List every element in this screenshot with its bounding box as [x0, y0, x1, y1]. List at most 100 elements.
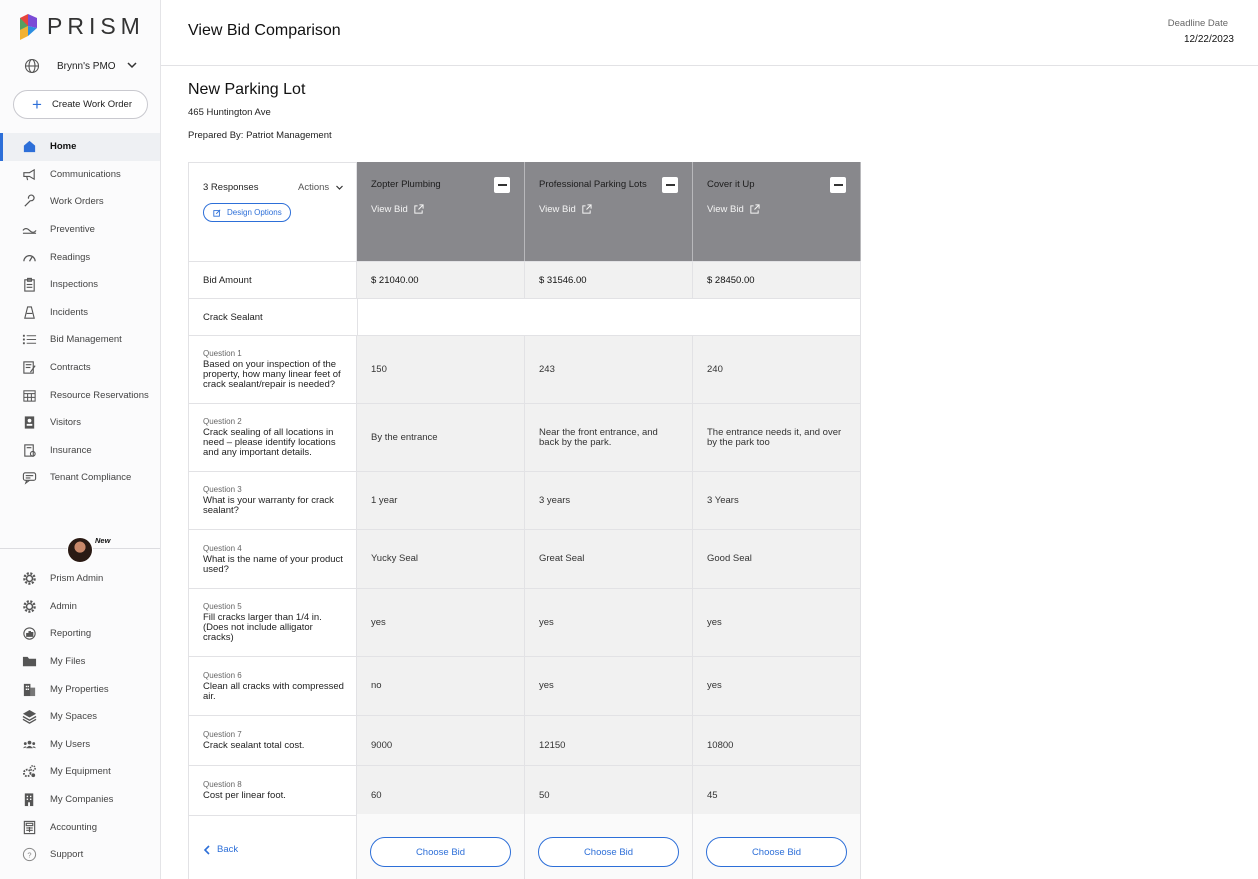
external-link-icon — [750, 204, 760, 214]
deadline-value: 12/22/2023 — [1183, 34, 1234, 45]
view-bid-link[interactable]: View Bid — [539, 204, 592, 215]
avatar[interactable] — [67, 537, 93, 563]
create-work-order-button[interactable]: + Create Work Order — [13, 90, 148, 119]
sidebar-item-label: My Files — [50, 656, 86, 668]
sidebar-item-visitors[interactable]: Visitors — [0, 409, 160, 437]
help-icon: ? — [21, 847, 37, 863]
answer-cell: The entrance needs it, and over by the p… — [707, 426, 842, 448]
question-number: Question 5 — [203, 602, 242, 612]
bid-amount-cell: $ 21040.00 — [357, 262, 525, 298]
question-text: What is your warranty for crack sealant? — [203, 495, 334, 516]
calculator-icon — [21, 819, 37, 835]
sidebar-item-accounting[interactable]: Accounting — [0, 813, 160, 841]
answer-cell: yes — [371, 616, 386, 628]
sidebar-item-label: Incidents — [50, 306, 89, 318]
question-row: Question 4 What is the name of your produ… — [188, 530, 861, 589]
question-text: Crack sealing of all locations in need –… — [203, 427, 336, 458]
logo-text: PRISM — [47, 13, 145, 39]
company-icon — [21, 792, 37, 808]
view-bid-label: View Bid — [539, 204, 576, 215]
view-bid-label: View Bid — [371, 204, 408, 215]
question-row: Question 5 Fill cracks larger than 1/4 in… — [188, 589, 861, 657]
folder-icon — [21, 654, 37, 670]
answer-cell: 60 — [371, 789, 382, 801]
sidebar-item-communications[interactable]: Communications — [0, 161, 160, 189]
answer-cell: 243 — [539, 363, 555, 375]
sidebar-item-my-properties[interactable]: My Properties — [0, 675, 160, 703]
question-row: Question 8 Cost per linear foot. 60 50 45 — [188, 766, 861, 816]
sidebar-item-my-users[interactable]: My Users — [0, 731, 160, 759]
back-link[interactable]: Back — [203, 844, 238, 855]
question-number: Question 7 — [203, 730, 242, 740]
choose-bid-button[interactable]: Choose Bid — [370, 837, 511, 867]
sidebar-item-label: Insurance — [50, 444, 92, 456]
badge-icon — [21, 415, 37, 431]
table-footer: Back Choose Bid Choose Bid Choose Bid — [188, 814, 861, 879]
sidebar-item-work-orders[interactable]: Work Orders — [0, 188, 160, 216]
question-number: Question 8 — [203, 780, 242, 790]
sidebar-item-bid-management[interactable]: Bid Management — [0, 326, 160, 354]
answer-cell: 240 — [707, 363, 723, 375]
answer-cell: 12150 — [539, 739, 566, 751]
sidebar-item-label: Resource Reservations — [50, 389, 149, 401]
actions-dropdown[interactable]: Actions — [298, 182, 344, 193]
equipment-icon — [21, 764, 37, 780]
design-options-button[interactable]: Design Options — [203, 203, 291, 222]
question-number: Question 6 — [203, 670, 242, 680]
sidebar-item-label: Bid Management — [50, 334, 122, 346]
svg-text:?: ? — [27, 851, 31, 860]
sidebar-item-home[interactable]: Home — [0, 133, 160, 161]
sidebar-item-label: Admin — [50, 600, 77, 612]
sidebar-item-my-companies[interactable]: My Companies — [0, 786, 160, 814]
answer-cell: Near the front entrance, and back by the… — [539, 426, 658, 448]
footer-vendor-cell: Choose Bid — [357, 814, 525, 879]
vendor-name: Professional Parking Lots — [539, 179, 647, 190]
view-bid-link[interactable]: View Bid — [707, 204, 760, 215]
collapse-vendor-button[interactable] — [494, 177, 510, 193]
answer-cell: yes — [707, 680, 722, 692]
view-bid-link[interactable]: View Bid — [371, 204, 424, 215]
prism-logo[interactable]: PRISM — [20, 13, 145, 40]
compliance-icon — [21, 470, 37, 486]
org-switcher[interactable]: Brynn's PMO — [24, 56, 142, 76]
collapse-vendor-button[interactable] — [662, 177, 678, 193]
sidebar-item-support[interactable]: ? Support — [0, 841, 160, 869]
section-row: Crack Sealant — [188, 299, 861, 336]
choose-bid-button[interactable]: Choose Bid — [706, 837, 847, 867]
vendor-header-row: 3 Responses Actions Design Options Zopte… — [188, 162, 861, 262]
sidebar-item-incidents[interactable]: Incidents — [0, 299, 160, 327]
chevron-down-icon — [336, 185, 344, 190]
sidebar-item-tenant-compliance[interactable]: Tenant Compliance — [0, 464, 160, 492]
answer-cell: no — [371, 680, 382, 692]
sidebar-item-my-files[interactable]: My Files — [0, 648, 160, 676]
sidebar-item-my-spaces[interactable]: My Spaces — [0, 703, 160, 731]
answer-cell: 1 year — [371, 494, 398, 506]
sidebar-item-contracts[interactable]: Contracts — [0, 354, 160, 382]
gear-icon — [21, 571, 37, 587]
sidebar-item-my-equipment[interactable]: My Equipment — [0, 758, 160, 786]
sidebar-item-preventive[interactable]: Preventive — [0, 216, 160, 244]
sidebar-item-prism-admin[interactable]: Prism Admin — [0, 565, 160, 593]
page-title: View Bid Comparison — [188, 22, 341, 39]
collapse-vendor-button[interactable] — [830, 177, 846, 193]
sidebar-item-label: Visitors — [50, 417, 81, 429]
create-work-order-label: Create Work Order — [51, 99, 133, 110]
sidebar-item-admin[interactable]: Admin — [0, 593, 160, 621]
choose-bid-button[interactable]: Choose Bid — [538, 837, 679, 867]
answer-cell: Yucky Seal — [371, 553, 418, 565]
sidebar-item-reporting[interactable]: Reporting — [0, 620, 160, 648]
project-address: 465 Huntington Ave — [188, 107, 271, 118]
sidebar-item-insurance[interactable]: Insurance — [0, 437, 160, 465]
wrench-icon — [21, 194, 37, 210]
answer-cell: 50 — [539, 789, 550, 801]
sidebar-item-readings[interactable]: Readings — [0, 243, 160, 271]
sidebar-item-label: My Users — [50, 738, 91, 750]
sidebar-item-resource-reservations[interactable]: Resource Reservations — [0, 381, 160, 409]
bid-comparison-table: 3 Responses Actions Design Options Zopte… — [188, 162, 861, 816]
project-prepared-by: Prepared By: Patriot Management — [188, 130, 332, 141]
sidebar-item-inspections[interactable]: Inspections — [0, 271, 160, 299]
question-row: Question 2 Crack sealing of all locations… — [188, 404, 861, 472]
actions-label: Actions — [298, 182, 330, 193]
answer-cell: 9000 — [371, 739, 393, 751]
bid-amount-row: Bid Amount $ 21040.00 $ 31546.00 $ 28450… — [188, 262, 861, 299]
